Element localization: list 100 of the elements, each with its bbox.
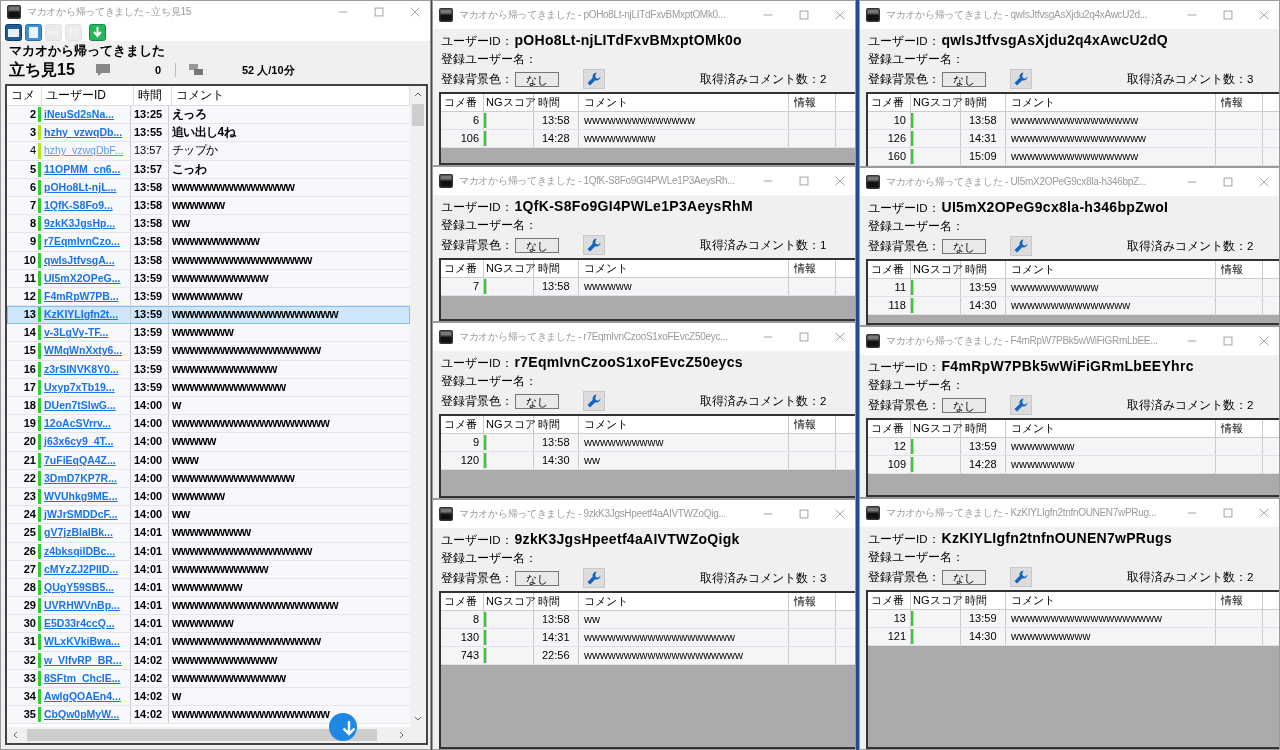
column-header[interactable]: 時間 [534, 94, 579, 111]
color-select-button[interactable]: なし [515, 570, 559, 586]
color-select-button[interactable]: なし [515, 237, 559, 253]
column-header[interactable]: コメ番 [868, 420, 911, 437]
user-id-link[interactable]: Uxyp7xTb19... [42, 378, 131, 396]
column-header[interactable]: コメ番 [441, 416, 484, 433]
column-header[interactable]: NGスコア [911, 420, 961, 437]
column-header[interactable]: 時間 [534, 593, 579, 610]
column-header[interactable]: コメント [579, 94, 789, 111]
column-header[interactable]: 情報 [1216, 592, 1263, 609]
user-id-link[interactable]: E5D33r4ccQ... [42, 615, 131, 633]
maximize-icon[interactable] [1221, 8, 1235, 22]
wrench-button[interactable] [583, 568, 605, 588]
column-header[interactable]: コメ番 [441, 260, 484, 277]
column-header[interactable]: コメ番 [868, 592, 911, 609]
list-row[interactable]: 20 j63x6cy9_4T... 14:00 wwwww [7, 433, 410, 452]
list-row[interactable]: 19 12oAcSVrrv... 14:00 wwwwwwwwwwwwwwwwww [7, 415, 410, 434]
close-icon[interactable] [1257, 506, 1271, 520]
close-icon[interactable] [1257, 8, 1271, 22]
user-id-link[interactable]: jWJrSMDDcF... [42, 506, 131, 524]
list-row[interactable]: 35 CbQw0pMyW... 14:02 wwwwwwwwwwwwwwwwww [7, 706, 410, 725]
list-row[interactable]: 14 v-3LgVy-TF... 13:59 wwwwwww [7, 324, 410, 343]
color-select-button[interactable]: なし [515, 71, 559, 87]
list-row[interactable]: 4 hzhy_vzwqDbF... 13:57 チップか [7, 142, 410, 161]
maximize-icon[interactable] [1221, 506, 1235, 520]
scroll-thumb[interactable] [27, 729, 377, 741]
user-id-link[interactable]: CbQw0pMyW... [42, 706, 131, 724]
close-icon[interactable] [833, 174, 847, 188]
user-id-link[interactable]: AwlgQOAEn4... [42, 688, 131, 706]
user-id-link[interactable]: 12oAcSVrrv... [42, 415, 131, 433]
column-header[interactable]: 情報 [789, 260, 836, 277]
column-header[interactable]: NGスコア [484, 260, 534, 277]
user-id-link[interactable]: j63x6cy9_4T... [42, 433, 131, 451]
close-icon[interactable] [1257, 175, 1271, 189]
column-header[interactable]: コメント [579, 593, 789, 610]
user-id-link[interactable]: 11OPMM_cn6... [42, 160, 131, 178]
column-header[interactable]: 情報 [1216, 261, 1263, 278]
color-select-button[interactable]: なし [515, 393, 559, 409]
user-id-link[interactable]: 3DmD7KP7R... [42, 469, 131, 487]
color-select-button[interactable]: なし [942, 238, 986, 254]
maximize-icon[interactable] [797, 8, 811, 22]
column-header[interactable]: コメ番 [441, 94, 484, 111]
column-header[interactable]: 時間 [961, 592, 1006, 609]
user-id-link[interactable]: F4mRpW7PB... [42, 287, 131, 306]
column-header[interactable]: NGスコア [911, 592, 961, 609]
list-row[interactable]: 9 r7EqmIvnCzo... 13:58 wwwwwwwwww [7, 233, 410, 252]
user-id-link[interactable]: UI5mX2OPeG... [42, 269, 131, 287]
column-header[interactable]: 情報 [789, 416, 836, 433]
vertical-scrollbar[interactable] [410, 86, 426, 727]
list-row[interactable]: 24 jWJrSMDDcF... 14:00 ww [7, 506, 410, 525]
column-header[interactable]: ユーザーID [42, 86, 134, 105]
list-row[interactable]: 2 iNeuSd2sNa... 13:25 えっろ [7, 106, 410, 125]
color-select-button[interactable]: なし [942, 397, 986, 413]
user-id-link[interactable]: hzhy_vzwqDb... [42, 124, 131, 142]
wrench-button[interactable] [1010, 395, 1032, 415]
column-header[interactable]: NGスコア [911, 261, 961, 278]
column-header[interactable]: 時間 [534, 260, 579, 277]
user-id-link[interactable]: cMYzZJ2PIID... [42, 560, 131, 578]
document-icon[interactable] [25, 23, 42, 41]
user-id-link[interactable]: WVUhkg9ME... [42, 487, 131, 506]
column-header[interactable]: NGスコア [911, 94, 961, 111]
column-header[interactable]: 情報 [1216, 94, 1263, 111]
user-id-link[interactable]: r7EqmIvnCzo... [42, 233, 131, 251]
color-select-button[interactable]: なし [942, 569, 986, 585]
column-header[interactable]: NGスコア [484, 416, 534, 433]
scroll-thumb[interactable] [412, 104, 424, 126]
column-header[interactable]: 時間 [961, 420, 1006, 437]
column-header[interactable]: 情報 [1216, 420, 1263, 437]
user-id-link[interactable]: WMqWnXxty6... [42, 342, 131, 360]
list-row[interactable]: 25 gV7jzBlaIBk... 14:01 wwwwwwwww [7, 524, 410, 543]
column-header[interactable]: コメント [1006, 261, 1216, 278]
column-header[interactable]: 時間 [134, 86, 172, 105]
wrench-button[interactable] [1010, 567, 1032, 587]
maximize-icon[interactable] [797, 507, 811, 521]
column-header[interactable]: コメント [1006, 94, 1216, 111]
column-header[interactable]: NGスコア [484, 593, 534, 610]
user-id-link[interactable]: 1QfK-S8Fo9... [42, 196, 131, 215]
user-id-link[interactable]: z4bksqilDBc... [42, 542, 131, 560]
column-header[interactable]: 情報 [789, 593, 836, 610]
column-header[interactable]: コメント [579, 416, 789, 433]
list-row[interactable]: 3 hzhy_vzwqDb... 13:55 追い出し4ね [7, 124, 410, 143]
column-header[interactable]: コメ [7, 86, 42, 105]
maximize-icon[interactable] [797, 174, 811, 188]
user-id-link[interactable]: w_VlfvRP_BR... [42, 651, 131, 669]
user-id-link[interactable]: qwIsJtfvsgA... [42, 251, 131, 269]
list-row[interactable]: 29 UVRHWVnBp... 14:01 wwwwwwwwwwwwwwwwwww [7, 597, 410, 616]
list-row[interactable]: 15 WMqWnXxty6... 13:59 wwwwwwwwwwwwwwwww [7, 342, 410, 361]
column-header[interactable]: 時間 [961, 261, 1006, 278]
list-row[interactable]: 13 KzKIYLIgfn2t... 13:59 wwwwwwwwwwwwwwwwwww [7, 306, 410, 325]
wrench-button[interactable] [583, 235, 605, 255]
color-select-button[interactable]: なし [942, 71, 986, 87]
column-header[interactable]: NGスコア [484, 94, 534, 111]
user-id-link[interactable]: iNeuSd2sNa... [42, 106, 131, 124]
close-icon[interactable] [833, 8, 847, 22]
list-row[interactable]: 34 AwlgQOAEn4... 14:02 w [7, 688, 410, 707]
list-row[interactable]: 18 DUen7tSlwG... 14:00 w [7, 397, 410, 416]
column-header[interactable]: 時間 [534, 416, 579, 433]
close-icon[interactable] [408, 5, 422, 19]
user-id-link[interactable]: 9zkK3JgsHp... [42, 215, 131, 233]
window-icon[interactable] [5, 23, 22, 41]
